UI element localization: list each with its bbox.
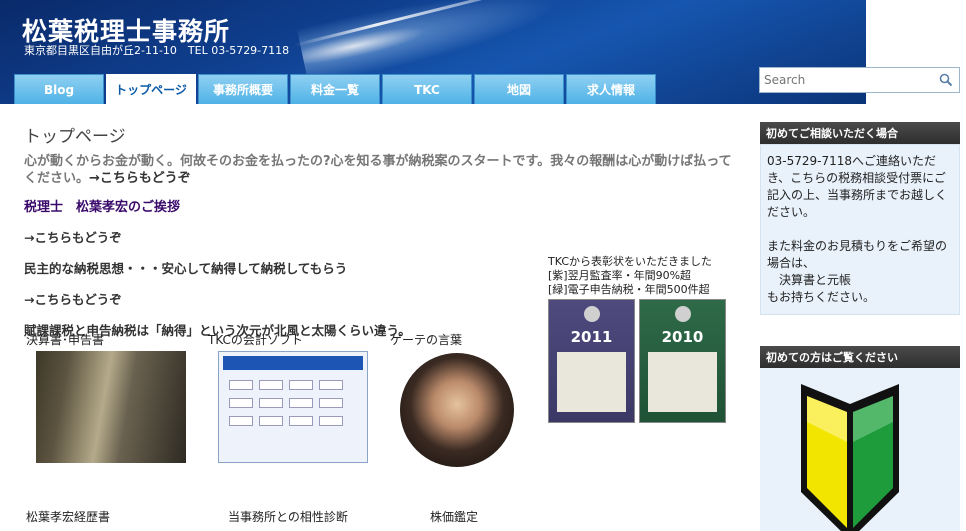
tab-jobs[interactable]: 求人情報	[566, 74, 656, 104]
beginner-mark-icon[interactable]	[795, 382, 905, 531]
main-nav: Blog トップページ 事務所概要 料金一覧 TKC 地図 求人情報	[14, 74, 658, 104]
certificate-sheet	[648, 352, 717, 412]
thumb-label-goethe-quote[interactable]: ゲーテの言葉	[390, 331, 462, 348]
bring-instructions: もお持ちください。	[767, 290, 876, 304]
sidebar-heading-beginners: 初めての方はご覧ください	[760, 346, 960, 368]
profile-link[interactable]: 松葉孝宏経歴書	[26, 508, 110, 525]
sidebar-body-first-consultation: 03-5729-7118へご連絡いただき、こちらの税務相談受付票にご記入の上、当…	[760, 144, 960, 315]
award-line-2: [紫]翌月監査率・年間90%超	[548, 269, 692, 282]
search-input[interactable]	[760, 69, 935, 91]
consultation-instructions: 03-5729-7118へご連絡いただき、こちらの税務相談受付票にご記入の上、当…	[767, 154, 948, 219]
tab-tkc[interactable]: TKC	[382, 74, 472, 104]
goethe-portrait-image[interactable]	[400, 353, 514, 467]
search-box	[759, 67, 960, 93]
page-title: トップページ	[24, 127, 126, 147]
certificate-sheet	[557, 352, 626, 412]
certificate-year: 2010	[661, 328, 704, 346]
compatibility-diagnosis-link[interactable]: 当事務所との相性診断	[228, 508, 348, 525]
thumb-label-financial-statements[interactable]: 決算書･申告書	[26, 331, 104, 348]
greeting-link[interactable]: 税理士 松葉孝宏のご挨拶	[24, 196, 734, 215]
sidebar: 初めてご相談いただく場合 03-5729-7118へご連絡いただき、こちらの税務…	[760, 122, 960, 531]
award-block: TKCから表彰状をいただきました [紫]翌月監査率・年間90%超 [緑]電子申告…	[548, 255, 730, 423]
tab-office-overview[interactable]: 事務所概要	[198, 74, 288, 104]
search-icon[interactable]	[935, 69, 957, 91]
beginner-mark-container	[760, 368, 960, 531]
award-certificates: 2011 2010	[548, 299, 730, 423]
site-address: 東京都目黒区自由が丘2-11-10 TEL 03-5729-7118	[24, 44, 290, 57]
certificate-year: 2011	[570, 328, 613, 346]
estimate-instructions: また料金のお見積もりをご希望の場合は、	[767, 239, 948, 270]
certificate-emblem-icon	[674, 306, 691, 322]
sidebar-heading-first-consultation: 初めてご相談いただく場合	[760, 122, 960, 144]
tab-fees[interactable]: 料金一覧	[290, 74, 380, 104]
see-also-link-1[interactable]: →こちらもどうぞ	[24, 227, 734, 246]
intro-text: 心が動くからお金が動く。何故そのお金を払ったの?心を知る事が納税案のスタートです…	[24, 153, 734, 187]
sidebar-box-beginners: 初めての方はご覧ください	[760, 346, 960, 531]
certificate-emblem-icon	[583, 306, 600, 322]
tab-top-page[interactable]: トップページ	[106, 74, 196, 104]
certificate-2011-image[interactable]: 2011	[548, 299, 635, 423]
intro-link[interactable]: →こちらもどうぞ	[89, 171, 191, 186]
certificate-2010-image[interactable]: 2010	[639, 299, 726, 423]
required-documents: 決算書と元帳	[779, 273, 852, 287]
tab-blog[interactable]: Blog	[14, 74, 104, 104]
tab-map[interactable]: 地図	[474, 74, 564, 104]
financial-statements-image[interactable]	[36, 351, 186, 463]
award-line-1: TKCから表彰状をいただきました	[548, 255, 713, 268]
tkc-software-image[interactable]	[218, 351, 368, 463]
stock-valuation-link[interactable]: 株価鑑定	[430, 508, 478, 525]
thumb-label-tkc-software[interactable]: TKCの会計ソフト	[208, 331, 303, 348]
software-title-bar	[223, 356, 363, 370]
award-line-3: [緑]電子申告納税・年間500件超	[548, 283, 710, 296]
